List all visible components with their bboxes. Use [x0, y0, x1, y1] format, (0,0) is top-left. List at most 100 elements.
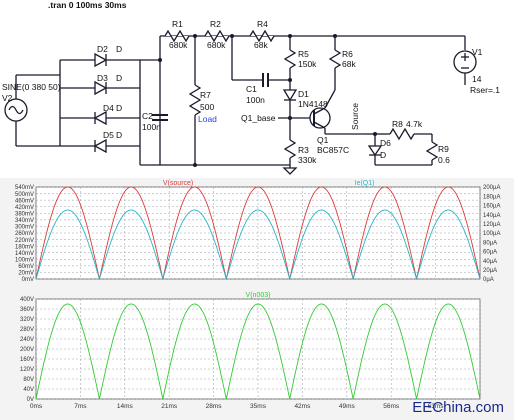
- tran-directive: .tran 0 100ms 30ms: [48, 0, 127, 10]
- d1-diode-icon: [282, 89, 298, 102]
- v1-name: V1: [472, 47, 483, 57]
- d5-value: D: [116, 130, 122, 140]
- y2-tick-label: 120µA: [483, 222, 500, 228]
- r9-name: R9: [438, 144, 449, 154]
- d1-value: 1N4148: [298, 99, 328, 109]
- y-tick-label: 260mV: [15, 231, 34, 237]
- r4-value: 68k: [254, 40, 268, 50]
- y-tick-label: 500mV: [15, 192, 34, 198]
- q1-base-net-label: Q1_base: [241, 113, 276, 123]
- x-tick-label: 35ms: [250, 403, 267, 410]
- d3-value: D: [116, 73, 122, 83]
- y-tick-label: 220mV: [15, 238, 34, 244]
- d2-name: D2: [97, 44, 108, 54]
- y-tick-label: 40V: [23, 387, 34, 393]
- d3-name: D3: [97, 73, 108, 83]
- r2-value: 680k: [207, 40, 226, 50]
- y-tick-label: 20mV: [18, 271, 34, 277]
- r4-name: R4: [257, 19, 268, 29]
- y-tick-label: 300mV: [15, 225, 34, 231]
- trace-label: Ie(Q1): [355, 180, 375, 187]
- r3-resistor-icon: [283, 139, 297, 159]
- r6-name: R6: [342, 49, 353, 59]
- r5-resistor-icon: [283, 49, 297, 69]
- watermark: EEChina.com: [412, 399, 504, 416]
- y-tick-label: 380mV: [15, 211, 34, 217]
- v2-value: SINE(0 380 50): [2, 82, 61, 92]
- y2-tick-label: 200µA: [483, 185, 500, 191]
- y2-tick-label: 100µA: [483, 231, 500, 237]
- d2-value: D: [116, 44, 122, 54]
- x-tick-label: 7ms: [74, 403, 87, 410]
- q1-value: BC857C: [317, 145, 349, 155]
- source-net-label: Source: [350, 103, 360, 130]
- y2-tick-label: 160µA: [483, 204, 500, 210]
- r3-name: R3: [298, 145, 309, 155]
- y-tick-label: 340mV: [15, 218, 34, 224]
- y-tick-label: 420mV: [15, 205, 34, 211]
- y-tick-label: 540mV: [15, 185, 34, 191]
- y-tick-label: 180mV: [15, 244, 34, 250]
- r9-resistor-icon: [425, 141, 439, 161]
- r1-value: 680k: [169, 40, 188, 50]
- r7-resistor-icon: [188, 84, 202, 116]
- y2-tick-label: 40µA: [483, 259, 497, 265]
- y-tick-label: 200V: [20, 347, 34, 353]
- y-tick-label: 60mV: [18, 264, 34, 270]
- x-tick-label: 56ms: [383, 403, 400, 410]
- y2-tick-label: 20µA: [483, 268, 497, 274]
- y2-tick-label: 140µA: [483, 213, 500, 219]
- y-tick-label: 460mV: [15, 198, 34, 204]
- y-tick-label: 280V: [20, 327, 34, 333]
- r8-value: 4.7k: [406, 119, 423, 129]
- y-tick-label: 360V: [20, 307, 34, 313]
- y2-tick-label: 180µA: [483, 194, 500, 200]
- y-tick-label: 400V: [20, 297, 34, 303]
- r9-value: 0.6: [438, 155, 450, 165]
- y2-tick-label: 80µA: [483, 240, 497, 246]
- r7-value: 500: [200, 102, 214, 112]
- r8-name: R8: [392, 119, 403, 129]
- r6-value: 68k: [342, 59, 356, 69]
- d4-name: D4: [103, 103, 114, 113]
- y-tick-label: 0mV: [22, 277, 34, 283]
- trace-label: V(source): [163, 180, 193, 187]
- d6-value: D: [380, 150, 386, 160]
- v2-name: V2: [2, 93, 13, 103]
- y-tick-label: 80V: [23, 377, 34, 383]
- y2-tick-label: 60µA: [483, 250, 497, 256]
- v1-rser: Rser=.1: [470, 85, 500, 95]
- x-tick-label: 0ms: [30, 403, 43, 410]
- y-tick-label: 120V: [20, 367, 34, 373]
- r5-value: 150k: [298, 59, 317, 69]
- d6-name: D6: [380, 138, 391, 148]
- d4-diode-icon: [93, 110, 107, 126]
- q1-name: Q1: [317, 135, 329, 145]
- d4-value: D: [116, 103, 122, 113]
- waveform-plot-top[interactable]: 540mV500mV460mV420mV380mV340mV300mV260mV…: [0, 178, 514, 288]
- r7-name: R7: [200, 90, 211, 100]
- r3-value: 330k: [298, 155, 317, 165]
- x-tick-label: 49ms: [339, 403, 356, 410]
- r7-load-label: Load: [198, 114, 217, 124]
- r2-name: R2: [210, 19, 221, 29]
- y-tick-label: 0V: [27, 397, 34, 403]
- r1-name: R1: [172, 19, 183, 29]
- d2-diode-icon: [94, 52, 108, 68]
- x-tick-label: 28ms: [206, 403, 223, 410]
- x-tick-label: 42ms: [294, 403, 311, 410]
- schematic-panel: .tran 0 100ms 30ms SINE(0 380 50) V2 D2 …: [0, 0, 514, 178]
- d5-name: D5: [103, 130, 114, 140]
- r6-resistor-icon: [328, 49, 342, 69]
- ground-icon: [282, 167, 298, 175]
- c1-name: C1: [246, 84, 257, 94]
- waveform-plot-bottom[interactable]: 0ms 7ms 14ms 21ms 28ms 35ms 42ms 49ms 56ms 63ms40…: [0, 290, 514, 412]
- c2-value: 100n: [142, 122, 161, 132]
- r8-resistor-icon: [389, 127, 415, 141]
- d1-name: D1: [298, 89, 309, 99]
- schematic-canvas: .tran 0 100ms 30ms SINE(0 380 50) V2 D2 …: [2, 0, 500, 175]
- v1-value: 14: [472, 74, 482, 84]
- y-tick-label: 160V: [20, 357, 34, 363]
- waveform-panel: 540mV 500mV 460mV 420mV 380mV 340mV 300mV 260mV…: [0, 178, 514, 420]
- y2-tick-label: 0µA: [483, 277, 494, 283]
